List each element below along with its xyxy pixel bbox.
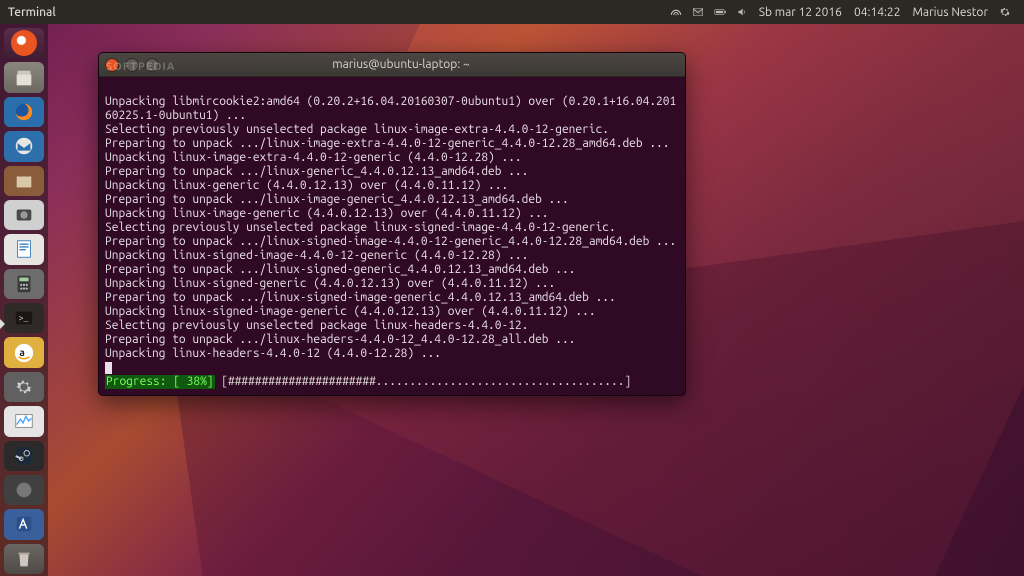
terminal-line: Selecting previously unselected package … <box>105 123 679 137</box>
writer-icon[interactable] <box>4 234 44 264</box>
terminal-output[interactable]: Unpacking libmircookie2:amd64 (0.20.2+16… <box>99 77 685 395</box>
terminal-cursor-line <box>105 361 679 375</box>
terminal-line: Preparing to unpack .../linux-signed-gen… <box>105 263 679 277</box>
terminal-line: Unpacking linux-signed-image-generic (4.… <box>105 305 679 319</box>
terminal-line: Unpacking linux-signed-generic (4.4.0.12… <box>105 277 679 291</box>
mail-icon[interactable] <box>691 5 705 19</box>
window-title: marius@ubuntu-laptop: ~ <box>165 58 637 71</box>
terminal-line: Preparing to unpack .../linux-image-extr… <box>105 137 679 151</box>
top-menubar: Terminal Sb mar 12 2016 04:14:22 Marius … <box>0 0 1024 24</box>
settings-icon[interactable] <box>4 372 44 402</box>
terminal-line: Selecting previously unselected package … <box>105 319 679 333</box>
svg-text:>_: >_ <box>19 315 29 324</box>
svg-text:a: a <box>19 346 24 357</box>
dash-icon[interactable] <box>4 28 44 58</box>
software-icon[interactable] <box>4 166 44 196</box>
volume-icon[interactable] <box>735 5 749 19</box>
active-app-label: Terminal <box>8 6 56 19</box>
terminal-line: Preparing to unpack .../linux-signed-ima… <box>105 235 679 249</box>
system-monitor-icon[interactable] <box>4 406 44 436</box>
maximize-button[interactable] <box>145 58 159 72</box>
terminal-line: Unpacking linux-generic (4.4.0.12.13) ov… <box>105 179 679 193</box>
thunderbird-icon[interactable] <box>4 131 44 161</box>
trash-icon[interactable] <box>4 544 44 574</box>
terminal-icon[interactable]: >_ <box>4 303 44 333</box>
apt-progress: Progress: [ 38%] [######################… <box>105 375 679 389</box>
terminal-line: Unpacking linux-signed-image-4.4.0-12-ge… <box>105 249 679 263</box>
progress-label: Progress: [ 38%] <box>105 375 215 389</box>
terminal-line: Preparing to unpack .../linux-generic_4.… <box>105 165 679 179</box>
minimize-button[interactable] <box>125 58 139 72</box>
calc-icon[interactable] <box>4 269 44 299</box>
close-button[interactable] <box>105 58 119 72</box>
files-icon[interactable] <box>4 62 44 92</box>
app-icon[interactable] <box>4 475 44 505</box>
photos-icon[interactable] <box>4 200 44 230</box>
terminal-line: Unpacking linux-image-extra-4.4.0-12-gen… <box>105 151 679 165</box>
terminal-line: Preparing to unpack .../linux-headers-4.… <box>105 333 679 347</box>
terminal-line: Unpacking linux-image-generic (4.4.0.12.… <box>105 207 679 221</box>
terminal-line: Unpacking linux-headers-4.4.0-12 (4.4.0-… <box>105 347 679 361</box>
virtualbox-icon[interactable] <box>4 509 44 539</box>
firefox-icon[interactable] <box>4 97 44 127</box>
clock-time[interactable]: 04:14:22 <box>854 6 901 19</box>
user-menu[interactable]: Marius Nestor <box>912 6 988 19</box>
unity-launcher: >_a <box>0 24 48 576</box>
steam-icon[interactable] <box>4 441 44 471</box>
terminal-window: marius@ubuntu-laptop: ~ Unpacking libmir… <box>98 52 686 396</box>
amazon-icon[interactable]: a <box>4 337 44 367</box>
terminal-line: Preparing to unpack .../linux-signed-ima… <box>105 291 679 305</box>
terminal-line: Selecting previously unselected package … <box>105 221 679 235</box>
network-icon[interactable] <box>669 5 683 19</box>
terminal-line: Preparing to unpack .../linux-image-gene… <box>105 193 679 207</box>
terminal-line: Unpacking libmircookie2:amd64 (0.20.2+16… <box>105 95 679 123</box>
clock-date[interactable]: Sb mar 12 2016 <box>759 6 842 19</box>
window-titlebar[interactable]: marius@ubuntu-laptop: ~ <box>99 53 685 77</box>
progress-bar: [######################.................… <box>215 375 632 388</box>
battery-icon[interactable] <box>713 5 727 19</box>
terminal-line <box>105 81 679 95</box>
gear-icon[interactable] <box>998 5 1012 19</box>
